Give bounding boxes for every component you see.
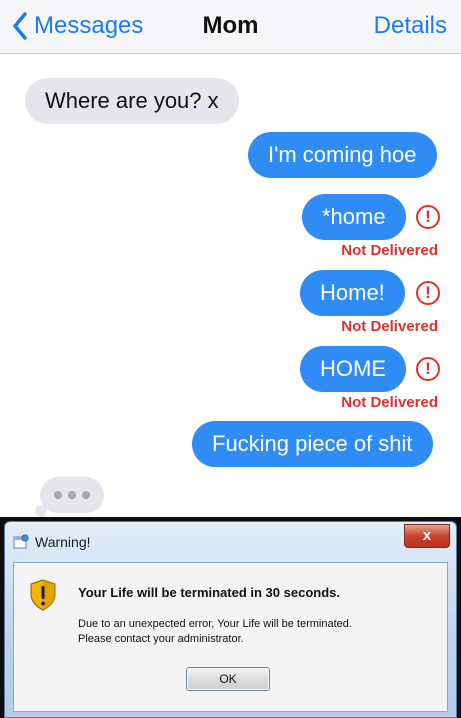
dialog-detail-message: Due to an unexpected error, Your Life wi… [78,617,352,647]
exclamation-circle-icon[interactable]: ! [416,281,440,305]
warning-dialog: Warning! x Your Life will be terminated … [4,521,457,718]
dialog-detail-line: Please contact your administrator. [78,633,244,645]
dialog-main-message: Your Life will be terminated in 30 secon… [78,585,340,600]
typing-dot [82,491,90,499]
shield-warning-icon [30,579,56,611]
dialog-detail-line: Due to an unexpected error, Your Life wi… [78,618,352,630]
dialog-body: Your Life will be terminated in 30 secon… [13,562,448,712]
warning-app-icon [13,534,29,549]
outgoing-message-bubble[interactable]: I'm coming hoe [248,132,437,178]
dialog-title: Warning! [35,534,91,550]
not-delivered-label: Not Delivered [341,318,438,335]
close-button[interactable]: x [404,524,450,548]
outgoing-message-bubble[interactable]: HOME [300,346,406,392]
ok-button[interactable]: OK [186,667,270,691]
typing-dot [68,491,76,499]
nav-bar: Messages Mom Details [0,0,461,54]
not-delivered-label: Not Delivered [341,394,438,411]
typing-indicator [40,477,104,513]
chevron-left-icon [13,12,27,40]
outgoing-message-bubble[interactable]: Fucking piece of shit [192,421,433,467]
outgoing-message-bubble[interactable]: Home! [300,270,405,316]
incoming-message-bubble[interactable]: Where are you? x [25,78,239,124]
not-delivered-label: Not Delivered [341,242,438,259]
details-button[interactable]: Details [374,12,447,40]
exclamation-circle-icon[interactable]: ! [416,205,440,229]
exclamation-circle-icon[interactable]: ! [416,357,440,381]
typing-dot [54,491,62,499]
back-label: Messages [34,12,144,39]
dialog-titlebar[interactable]: Warning! x [5,522,456,562]
back-button[interactable]: Messages [12,10,143,42]
outgoing-message-bubble[interactable]: *home [302,194,406,240]
